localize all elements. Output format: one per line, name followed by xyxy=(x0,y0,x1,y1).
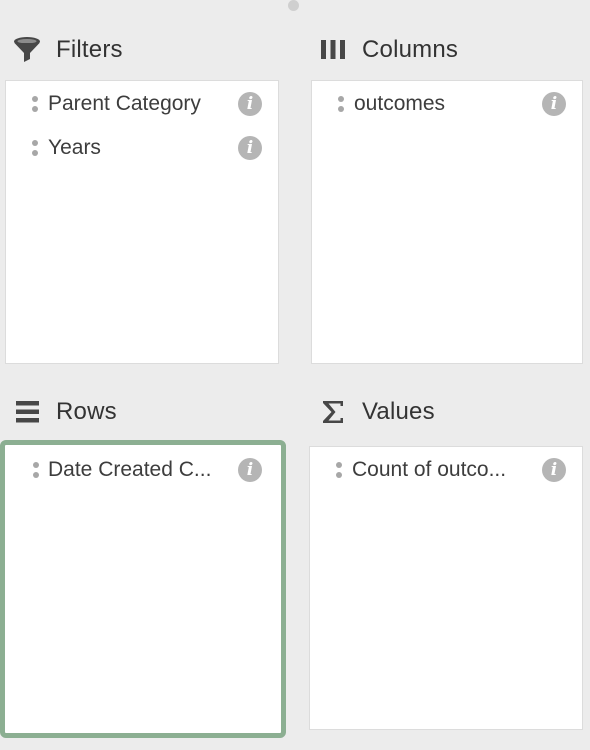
info-icon[interactable]: i xyxy=(238,458,262,482)
sigma-icon xyxy=(316,395,350,429)
columns-header: Columns xyxy=(316,30,458,70)
columns-icon xyxy=(316,33,350,67)
filters-title: Filters xyxy=(56,36,123,63)
filter-field-years[interactable]: Years i xyxy=(6,133,278,163)
pane-resize-handle[interactable] xyxy=(288,0,299,11)
field-label: Date Created C... xyxy=(48,458,212,481)
filters-drop-area[interactable]: Parent Category i Years i xyxy=(5,80,279,364)
columns-drop-area[interactable]: outcomes i xyxy=(311,80,583,364)
rows-header: Rows xyxy=(10,392,117,432)
filters-header: Filters xyxy=(10,30,123,70)
column-field-outcomes[interactable]: outcomes i xyxy=(312,89,582,119)
filter-field-parent-category[interactable]: Parent Category i xyxy=(6,89,278,119)
field-label: Count of outco... xyxy=(352,458,507,481)
info-icon[interactable]: i xyxy=(238,136,262,160)
filter-funnel-icon xyxy=(10,33,44,67)
values-drop-area[interactable]: Count of outco... i xyxy=(309,446,583,730)
values-title: Values xyxy=(362,398,435,425)
columns-title: Columns xyxy=(362,36,459,63)
info-icon[interactable]: i xyxy=(542,458,566,482)
rows-drop-area[interactable]: Date Created C... i xyxy=(0,440,286,738)
field-label: outcomes xyxy=(354,92,446,115)
value-field-count-of-outcomes[interactable]: Count of outco... i xyxy=(310,455,582,485)
drag-handle-icon[interactable] xyxy=(338,95,344,113)
drag-handle-icon[interactable] xyxy=(32,95,38,113)
rows-icon xyxy=(10,395,44,429)
drag-handle-icon[interactable] xyxy=(32,139,38,157)
info-icon[interactable]: i xyxy=(542,92,566,116)
values-header: Values xyxy=(316,392,435,432)
row-field-date-created[interactable]: Date Created C... i xyxy=(5,455,281,485)
drag-handle-icon[interactable] xyxy=(336,461,342,479)
field-label: Parent Category xyxy=(48,92,201,115)
field-label: Years xyxy=(48,136,101,159)
drag-handle-icon[interactable] xyxy=(33,461,39,479)
info-icon[interactable]: i xyxy=(238,92,262,116)
rows-title: Rows xyxy=(56,398,117,425)
